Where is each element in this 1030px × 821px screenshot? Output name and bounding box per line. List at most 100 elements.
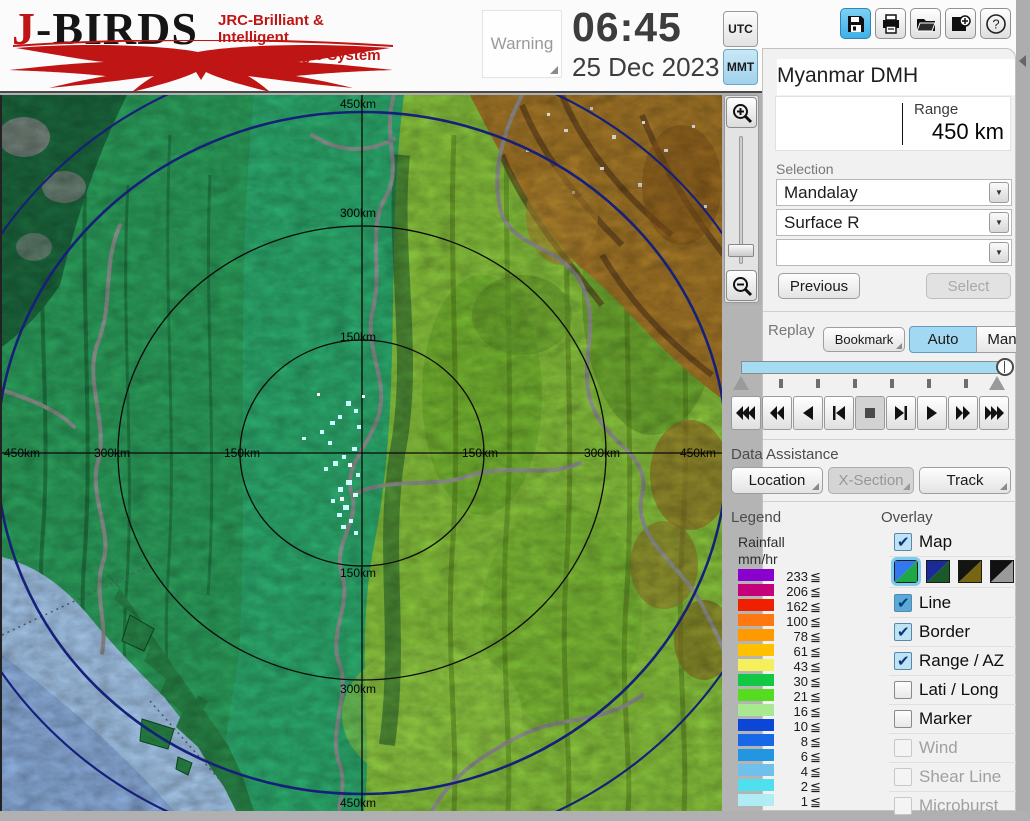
fastest-rewind-button[interactable] <box>731 396 761 430</box>
legend-row: 78 ≦ <box>738 629 848 644</box>
help-button[interactable]: ? <box>980 8 1011 39</box>
chevron-down-icon[interactable]: ▼ <box>989 242 1009 263</box>
legend-row: 162 ≦ <box>738 599 848 614</box>
stop-button[interactable] <box>855 396 885 430</box>
step-forward-button[interactable] <box>886 396 916 430</box>
warning-label: Warning <box>490 34 554 53</box>
open-folder-button[interactable] <box>910 8 941 39</box>
legend-label: Legend <box>731 509 782 526</box>
site-dropdown[interactable]: Mandalay ▼ <box>776 179 1012 206</box>
option-dropdown[interactable]: ▼ <box>776 239 1012 266</box>
ring-label: 150km <box>340 330 377 344</box>
overlay-item-label: Shear Line <box>919 767 1002 786</box>
ring-label: 300km <box>94 446 131 460</box>
radar-map[interactable]: 450km 300km 150km 150km 300km 450km 450k… <box>0 95 722 811</box>
map-checkbox[interactable] <box>894 533 912 551</box>
ring-label: 150km <box>224 446 261 460</box>
lati-long-checkbox[interactable] <box>894 681 912 699</box>
border-checkbox[interactable] <box>894 623 912 641</box>
play-reverse-button[interactable] <box>793 396 823 430</box>
collapse-arrow-icon[interactable] <box>1019 55 1026 67</box>
overlay-row-lati-long[interactable]: Lati / Long <box>889 677 1017 705</box>
legend-le: ≦ <box>810 644 821 659</box>
legend-row: 43 ≦ <box>738 659 848 674</box>
ring-label: 300km <box>340 682 377 696</box>
replay-slider-thumb[interactable] <box>996 358 1014 376</box>
divider <box>763 501 1017 502</box>
bookmark-label: Bookmark <box>834 332 894 347</box>
legend-value: 4 <box>800 764 808 779</box>
legend-le: ≦ <box>810 719 821 734</box>
ring-label: 150km <box>340 566 377 580</box>
ring-label: 450km <box>340 796 377 810</box>
overlay-row-line[interactable]: Line <box>889 590 1017 618</box>
location-button[interactable]: Location <box>731 467 823 494</box>
fast-rewind-button[interactable] <box>762 396 792 430</box>
legend-swatch <box>738 599 774 611</box>
legend-row: 2 ≦ <box>738 779 848 794</box>
legend-swatch <box>738 674 774 686</box>
skip-to-start-icon <box>833 406 845 420</box>
legend-title: Rainfall <box>738 534 785 550</box>
overlay-row-marker[interactable]: Marker <box>889 706 1017 734</box>
range-az-checkbox[interactable] <box>894 652 912 670</box>
panel-collapse-gutter[interactable] <box>1016 0 1030 811</box>
add-image-button[interactable] <box>945 8 976 39</box>
magnifier-minus-icon <box>732 276 752 296</box>
slider-tick <box>927 379 931 388</box>
zoom-slider-thumb[interactable] <box>728 244 754 257</box>
legend-value: 1 <box>800 794 808 809</box>
overlay-row-border[interactable]: Border <box>889 619 1017 647</box>
range-box: Range 450 km <box>775 96 1011 151</box>
slider-start-marker[interactable] <box>733 376 749 390</box>
xsection-button[interactable]: X-Section <box>828 467 914 494</box>
map-style-option-1[interactable] <box>891 557 921 586</box>
slider-end-marker[interactable] <box>989 376 1005 390</box>
map-style-option-4[interactable] <box>990 560 1014 583</box>
site-dropdown-value: Mandalay <box>784 183 858 202</box>
map-style-swatch-icon <box>991 561 1013 582</box>
legend-le: ≦ <box>810 584 821 599</box>
triple-left-arrows-icon <box>736 406 755 420</box>
save-button[interactable] <box>840 8 871 39</box>
track-button[interactable]: Track <box>919 467 1011 494</box>
step-back-button[interactable] <box>824 396 854 430</box>
legend-row: 61 ≦ <box>738 644 848 659</box>
bookmark-button[interactable]: Bookmark <box>823 327 905 352</box>
magnifier-plus-icon <box>732 103 752 123</box>
mmt-button[interactable]: MMT <box>723 49 758 85</box>
utc-button[interactable]: UTC <box>723 11 758 47</box>
legend-row: 21 ≦ <box>738 689 848 704</box>
legend-value: 16 <box>793 704 808 719</box>
map-style-option-2[interactable] <box>926 560 950 583</box>
legend-swatch <box>738 719 774 731</box>
select-button[interactable]: Select <box>926 273 1011 299</box>
shear-line-checkbox <box>894 768 912 786</box>
map-style-option-3[interactable] <box>958 560 982 583</box>
fastest-forward-button[interactable] <box>979 396 1009 430</box>
play-button[interactable] <box>917 396 947 430</box>
legend-swatch <box>738 629 774 641</box>
overlay-row-range-az[interactable]: Range / AZ <box>889 648 1017 676</box>
map-zoom-controls <box>724 95 759 303</box>
range-value: 450 km <box>931 119 1004 144</box>
ring-label: 300km <box>584 446 621 460</box>
fast-forward-button[interactable] <box>948 396 978 430</box>
line-checkbox[interactable] <box>894 594 912 612</box>
auto-button[interactable]: Auto <box>909 326 977 353</box>
legend-value: 78 <box>793 629 808 644</box>
zoom-in-button[interactable] <box>726 97 757 128</box>
legend-le: ≦ <box>810 749 821 764</box>
replay-slider-track[interactable] <box>741 358 1014 376</box>
chevron-down-icon[interactable]: ▼ <box>989 212 1009 233</box>
marker-checkbox[interactable] <box>894 710 912 728</box>
warning-button[interactable]: Warning <box>482 10 562 78</box>
chevron-down-icon[interactable]: ▼ <box>989 182 1009 203</box>
legend-value: 206 <box>786 584 808 599</box>
previous-button[interactable]: Previous <box>778 273 860 299</box>
overlay-row-map[interactable]: Map <box>889 529 1017 557</box>
product-dropdown[interactable]: Surface R ▼ <box>776 209 1012 236</box>
legend-row: 8 ≦ <box>738 734 848 749</box>
print-button[interactable] <box>875 8 906 39</box>
zoom-out-button[interactable] <box>726 270 757 301</box>
